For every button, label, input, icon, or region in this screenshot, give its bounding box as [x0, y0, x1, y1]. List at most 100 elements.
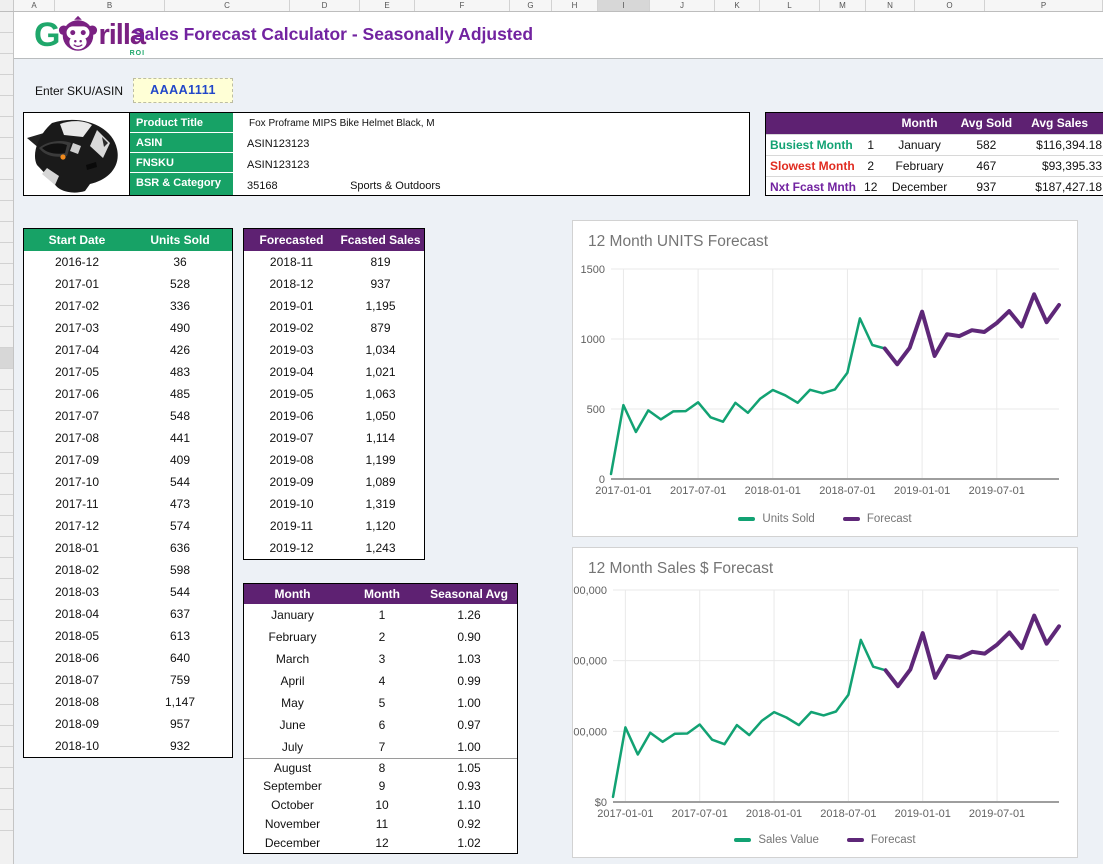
- summary-cell: January: [884, 135, 956, 155]
- column-header: Month: [341, 584, 423, 604]
- row-header[interactable]: [0, 12, 13, 33]
- table-cell: 957: [130, 713, 230, 735]
- column-header-C[interactable]: C: [165, 0, 290, 11]
- table-cell: 2017-06: [24, 383, 130, 405]
- row-header[interactable]: [0, 117, 13, 138]
- column-header-H[interactable]: H: [552, 0, 598, 11]
- row-header[interactable]: [0, 684, 13, 705]
- table-cell: 1,063: [339, 383, 422, 405]
- table-row: 2018-01636: [24, 537, 232, 559]
- legend-label: Sales Value: [758, 834, 819, 846]
- row-header[interactable]: [0, 516, 13, 537]
- row-header[interactable]: [0, 54, 13, 75]
- table-cell: 2016-12: [24, 251, 130, 273]
- column-header-I[interactable]: I: [598, 0, 650, 11]
- sku-input-label: Enter SKU/ASIN: [35, 84, 123, 98]
- table-cell: 7: [341, 736, 423, 758]
- row-header[interactable]: [0, 642, 13, 663]
- column-header-N[interactable]: N: [866, 0, 915, 11]
- table-row: 2017-06485: [24, 383, 232, 405]
- column-header-P[interactable]: P: [985, 0, 1103, 11]
- row-header[interactable]: [0, 348, 13, 369]
- row-header[interactable]: [0, 600, 13, 621]
- table-cell: 490: [130, 317, 230, 339]
- row-header[interactable]: [0, 369, 13, 390]
- table-cell: 2019-03: [244, 339, 339, 361]
- row-header[interactable]: [0, 810, 13, 831]
- summary-cell: $187,427.18: [1017, 177, 1103, 197]
- table-cell: 4: [341, 670, 423, 692]
- row-header[interactable]: [0, 411, 13, 432]
- sheet-corner[interactable]: [0, 0, 14, 11]
- table-cell: 637: [130, 603, 230, 625]
- row-header[interactable]: [0, 96, 13, 117]
- row-header[interactable]: [0, 243, 13, 264]
- row-header[interactable]: [0, 432, 13, 453]
- column-header-F[interactable]: F: [415, 0, 510, 11]
- sku-input-cell[interactable]: AAAA1111: [133, 78, 233, 103]
- column-header: Units Sold: [130, 229, 230, 251]
- column-header-G[interactable]: G: [510, 0, 552, 11]
- asin-value: ASIN123123: [233, 134, 749, 155]
- row-header[interactable]: [0, 747, 13, 768]
- row-header[interactable]: [0, 453, 13, 474]
- column-header-B[interactable]: B: [55, 0, 165, 11]
- row-header[interactable]: [0, 663, 13, 684]
- table-cell: 36: [130, 251, 230, 273]
- column-header-D[interactable]: D: [290, 0, 360, 11]
- table-cell: 598: [130, 559, 230, 581]
- table-row: 2018-10932: [24, 735, 232, 757]
- column-header-A[interactable]: A: [14, 0, 55, 11]
- column-header-M[interactable]: M: [820, 0, 866, 11]
- row-header[interactable]: [0, 495, 13, 516]
- row-header[interactable]: [0, 33, 13, 54]
- row-header[interactable]: [0, 222, 13, 243]
- x-axis-label: 2019-07-01: [969, 485, 1025, 497]
- product-title-value: Fox Proframe MIPS Bike Helmet Black, M: [233, 113, 749, 134]
- row-header[interactable]: [0, 327, 13, 348]
- summary-cell: Busiest Month: [766, 135, 858, 155]
- summary-cell: $93,395.33: [1017, 156, 1103, 176]
- units-sold-table: Start Date Units Sold 2016-12362017-0152…: [23, 228, 233, 758]
- row-header[interactable]: [0, 201, 13, 222]
- row-header[interactable]: [0, 621, 13, 642]
- table-row: 2018-02598: [24, 559, 232, 581]
- row-header[interactable]: [0, 558, 13, 579]
- row-header[interactable]: [0, 180, 13, 201]
- table-cell: May: [244, 692, 341, 714]
- row-header[interactable]: [0, 789, 13, 810]
- row-header[interactable]: [0, 138, 13, 159]
- table-cell: 2018-04: [24, 603, 130, 625]
- column-header-O[interactable]: O: [915, 0, 985, 11]
- row-header[interactable]: [0, 768, 13, 789]
- table-cell: 2017-07: [24, 405, 130, 427]
- row-header[interactable]: [0, 705, 13, 726]
- table-cell: 1,120: [339, 515, 422, 537]
- row-header[interactable]: [0, 285, 13, 306]
- row-header[interactable]: [0, 264, 13, 285]
- table-cell: 3: [341, 648, 423, 670]
- row-header[interactable]: [0, 306, 13, 327]
- summary-cell: 582: [955, 135, 1017, 155]
- category-value: Sports & Outdoors: [350, 180, 441, 192]
- column-header: Month: [244, 584, 341, 604]
- column-header-K[interactable]: K: [715, 0, 760, 11]
- row-header[interactable]: [0, 537, 13, 558]
- summary-body: Busiest Month1January582$116,394.18Slowe…: [766, 134, 1103, 197]
- column-header-J[interactable]: J: [650, 0, 715, 11]
- column-header-L[interactable]: L: [760, 0, 820, 11]
- table-cell: 2017-11: [24, 493, 130, 515]
- row-header[interactable]: [0, 579, 13, 600]
- row-header[interactable]: [0, 390, 13, 411]
- row-header[interactable]: [0, 474, 13, 495]
- row-header[interactable]: [0, 726, 13, 747]
- row-header[interactable]: [0, 159, 13, 180]
- x-axis-label: 2017-01-01: [595, 485, 651, 497]
- row-header[interactable]: [0, 75, 13, 96]
- table-row: November110.92: [244, 815, 517, 834]
- table-cell: 2018-08: [24, 691, 130, 713]
- table-cell: July: [244, 736, 341, 758]
- table-row: 2019-101,319: [244, 493, 424, 515]
- table-cell: September: [244, 777, 341, 796]
- column-header-E[interactable]: E: [360, 0, 415, 11]
